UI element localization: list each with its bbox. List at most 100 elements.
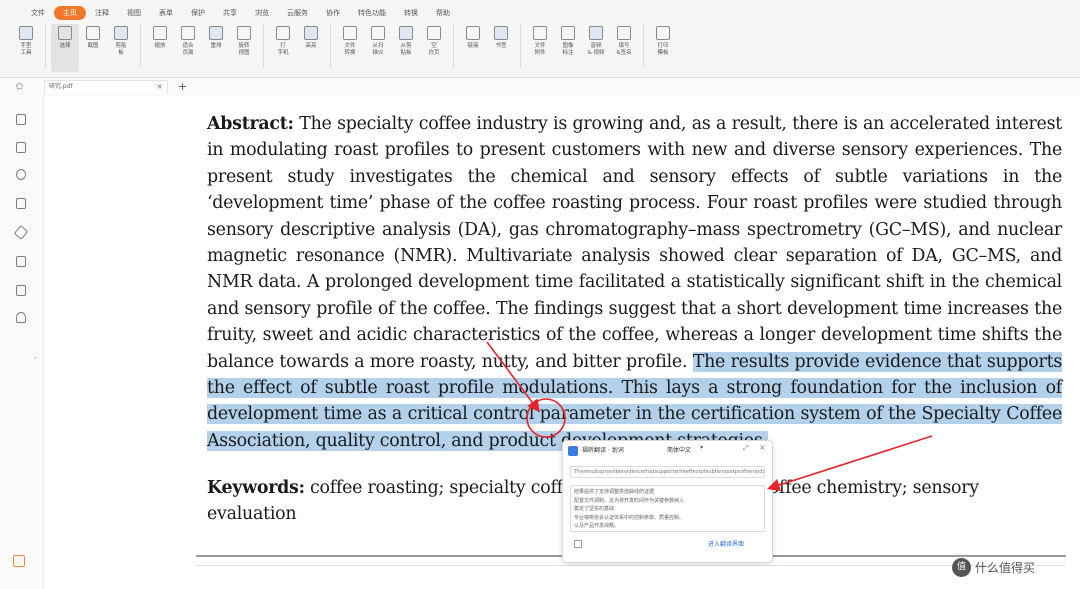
tool-file-convert-button[interactable]: 文件 转换 — [336, 24, 364, 72]
sidebar-settings-icon[interactable] — [13, 555, 25, 567]
target-language-select[interactable]: 简体中文 — [667, 445, 691, 454]
tool-label: 高亮 — [305, 43, 317, 49]
tool-label: 从扫 描仪 — [372, 43, 384, 56]
rotate-view-icon — [237, 26, 251, 40]
ribbon-tab[interactable]: 特色功能 — [349, 6, 395, 20]
translation-line: 结果提供了支持调整烘焙曲线的证据 — [574, 489, 655, 495]
ribbon-tab[interactable]: 视图 — [118, 6, 150, 20]
ribbon-tab[interactable]: 帮助 — [427, 6, 459, 20]
typewriter-icon — [276, 26, 290, 40]
tool-label: 文件 转换 — [344, 43, 356, 56]
tool-print-template-button[interactable]: 打印 模板 — [649, 24, 677, 72]
image-annotation-icon — [561, 26, 575, 40]
tool-screenshot-button[interactable]: 截图 — [79, 24, 107, 72]
toolbar-separator — [140, 24, 141, 68]
translation-popup[interactable]: 福昕翻译 · 划词 简体中文 ▾ ⤢ × Theresultsprovideev… — [562, 440, 773, 563]
page-divider-secondary — [196, 565, 1066, 566]
tool-scanner-button[interactable]: 从扫 描仪 — [364, 24, 392, 72]
tool-reflow-button[interactable]: 重排 — [202, 24, 230, 72]
pin-popup-icon[interactable]: ⤢ — [743, 444, 749, 453]
tool-rotate-view-button[interactable]: 旋转 视图 — [230, 24, 258, 72]
comments-panel-icon[interactable] — [16, 169, 26, 180]
layers-panel-icon[interactable] — [16, 198, 26, 209]
tool-label: 适合 页面 — [182, 43, 194, 56]
copy-icon[interactable] — [574, 540, 582, 548]
ribbon-tab[interactable]: 保护 — [182, 6, 214, 20]
ribbon-tab[interactable]: 共享 — [214, 6, 246, 20]
popup-title: 福昕翻译 · 划词 — [582, 447, 624, 454]
close-tab-icon[interactable]: × — [156, 81, 163, 93]
open-translation-link[interactable]: 进入翻译界面 — [708, 539, 744, 548]
toolbar-separator — [45, 24, 46, 68]
tool-attachment-button[interactable]: 文件 附件 — [526, 24, 554, 72]
tool-image-annotation-button[interactable]: 图像 标注 — [554, 24, 582, 72]
ribbon-tab[interactable]: 注释 — [86, 6, 118, 20]
left-sidebar: › — [0, 96, 44, 589]
chevron-down-icon[interactable]: ▾ — [700, 444, 703, 451]
ribbon-tab[interactable]: 表单 — [150, 6, 182, 20]
attachment-panel-icon[interactable] — [13, 225, 29, 240]
pages-panel-icon[interactable] — [16, 142, 26, 153]
ribbon-tabs: 文件 主页 注释 视图 表单 保护 共享 浏览 云服务 协作 特色功能 转换 帮助 — [22, 6, 459, 20]
link-icon — [466, 26, 480, 40]
tool-text-select-button[interactable]: 选择 — [51, 24, 79, 72]
fields-panel-icon[interactable] — [16, 285, 26, 296]
ribbon-tab[interactable]: 主页 — [54, 6, 86, 20]
translate-logo-icon — [568, 446, 578, 456]
tool-highlight-button[interactable]: 高亮 — [297, 24, 325, 72]
tool-label: 音频 & 视频 — [587, 43, 605, 56]
zoom-icon — [153, 26, 167, 40]
toolbar-separator — [453, 24, 454, 68]
tool-typewriter-button[interactable]: 打 字机 — [269, 24, 297, 72]
tool-clipboard-button[interactable]: 剪贴 板 — [107, 24, 135, 72]
watermark-text: 什么值得买 — [975, 560, 1036, 575]
abstract-paragraph[interactable]: Abstract: The specialty coffee industry … — [207, 111, 1062, 454]
tool-label: 旋转 视图 — [238, 43, 250, 56]
tool-label: 空 白页 — [428, 43, 440, 56]
add-tab-icon[interactable]: + — [178, 80, 187, 93]
ribbon-tab[interactable]: 云服务 — [278, 6, 317, 20]
tool-fill-sign-button[interactable]: 填写 &签名 — [610, 24, 638, 72]
signature-panel-icon[interactable] — [16, 312, 26, 323]
tool-label: 重排 — [210, 43, 222, 49]
abstract-label: Abstract: — [207, 114, 294, 134]
expand-sidebar-icon[interactable]: › — [34, 354, 37, 362]
attachment-icon — [533, 26, 547, 40]
tool-label: 打 字机 — [277, 43, 289, 56]
tool-media-button[interactable]: 音频 & 视频 — [582, 24, 610, 72]
ribbon-tab[interactable]: 浏览 — [246, 6, 278, 20]
hand-icon — [19, 26, 33, 40]
tool-label: 填写 &签名 — [616, 43, 632, 56]
clipboard-icon — [114, 26, 128, 40]
highlight-icon — [304, 26, 318, 40]
ribbon-tab[interactable]: 协作 — [317, 6, 349, 20]
ribbon: 文件 主页 注释 视图 表单 保护 共享 浏览 云服务 协作 特色功能 转换 帮助 手型 工具 选择 截图 剪… — [0, 0, 1080, 78]
tool-hand-button[interactable]: 手型 工具 — [12, 24, 40, 72]
translation-line: 奠定了坚实的基础 — [574, 506, 615, 512]
tool-from-clipboard-button[interactable]: 从剪 贴板 — [392, 24, 420, 72]
document-tab[interactable]: 研究.pdf × — [44, 80, 168, 94]
pin-icon[interactable]: ⬠ — [16, 82, 23, 91]
blank-page-icon — [427, 26, 441, 40]
ribbon-tab[interactable]: 转换 — [395, 6, 427, 20]
abstract-text[interactable]: The specialty coffee industry is growing… — [207, 114, 1062, 372]
tool-label: 剪贴 板 — [115, 43, 127, 56]
ribbon-tab[interactable]: 文件 — [22, 6, 54, 20]
bookmark-icon — [494, 26, 508, 40]
tool-label: 链接 — [467, 43, 479, 49]
tool-zoom-button[interactable]: 缩放 — [146, 24, 174, 72]
security-panel-icon[interactable] — [16, 256, 26, 267]
tool-bookmark-button[interactable]: 书签 — [487, 24, 515, 72]
tool-fit-page-button[interactable]: 适合 页面 — [174, 24, 202, 72]
source-text-field[interactable]: Theresultsprovideevidencethatsupportsthe… — [570, 466, 765, 478]
tool-label: 图像 标注 — [562, 43, 574, 56]
toolbar-separator — [643, 24, 644, 68]
text-select-icon — [58, 26, 72, 40]
watermark-logo-icon: 值 — [952, 557, 971, 577]
close-icon[interactable]: × — [759, 443, 766, 452]
tool-link-button[interactable]: 链接 — [459, 24, 487, 72]
bookmark-panel-icon[interactable] — [16, 114, 26, 125]
translation-result[interactable]: 结果提供了支持调整烘焙曲线的证据 配置文件调制。这为将开发时间作为关键参数纳入 奠定… — [570, 485, 765, 532]
tool-label: 文件 附件 — [534, 43, 546, 56]
tool-blank-page-button[interactable]: 空 白页 — [420, 24, 448, 72]
